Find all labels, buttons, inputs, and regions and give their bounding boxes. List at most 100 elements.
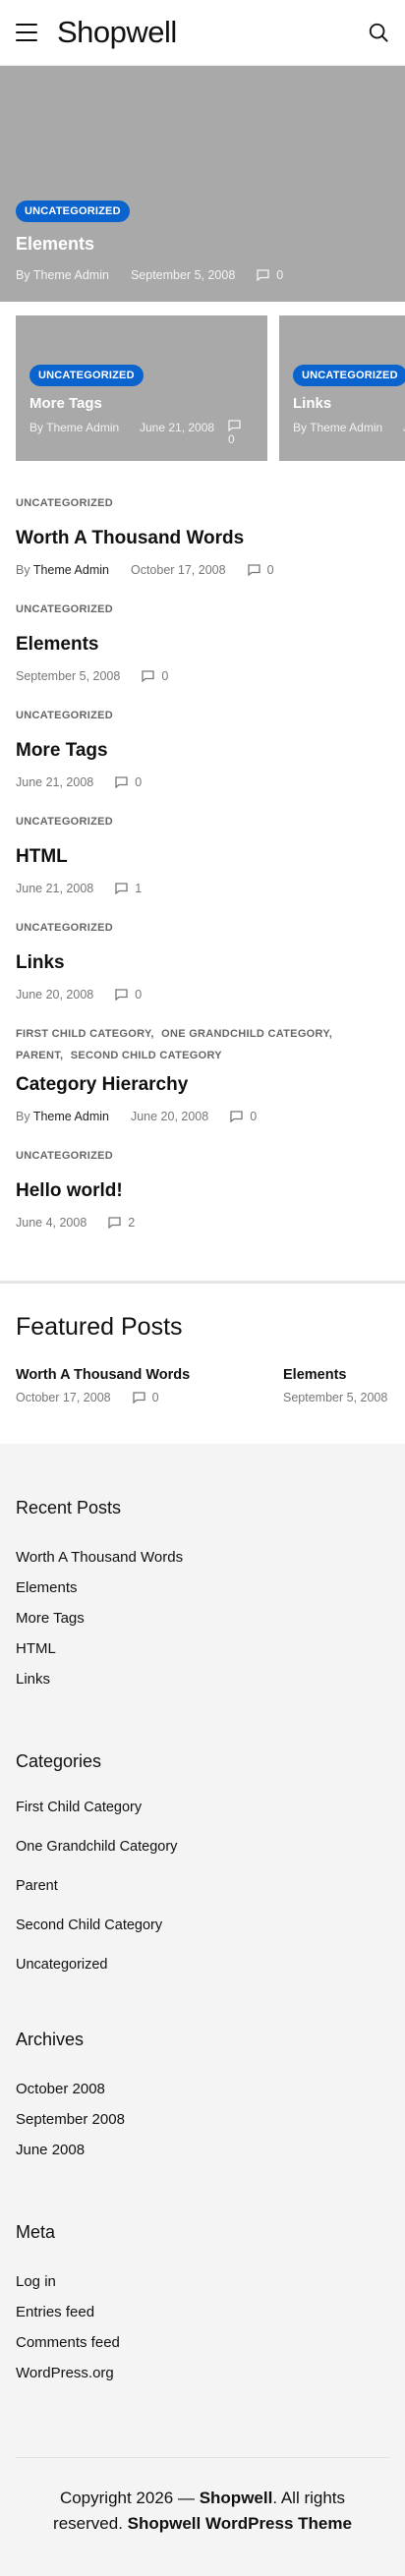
post-date[interactable]: June 20, 2008: [16, 988, 93, 1002]
category-link[interactable]: Uncategorized: [16, 816, 113, 828]
post-comments[interactable]: 0: [115, 775, 142, 789]
post-comments[interactable]: 2: [108, 1216, 135, 1230]
post-author[interactable]: By Theme Admin: [16, 1110, 109, 1123]
category-link[interactable]: First Child Category: [16, 1800, 142, 1815]
post-author[interactable]: By Theme Admin: [29, 420, 140, 448]
category-link[interactable]: Parent,: [16, 1050, 63, 1061]
category-badge[interactable]: Uncategorized: [29, 365, 144, 386]
recent-post-link[interactable]: Worth A Thousand Words: [16, 1549, 183, 1566]
post-date[interactable]: June 21, 2008: [140, 420, 228, 448]
comment-icon: [228, 420, 241, 431]
post-categories: Uncategorized: [16, 492, 389, 514]
comment-icon: [230, 1111, 243, 1122]
login-link[interactable]: Log in: [16, 2273, 56, 2290]
post-categories: Uncategorized: [16, 917, 389, 939]
widget-title: Categories: [16, 1751, 102, 1771]
card-title[interactable]: More Tags: [29, 395, 254, 412]
post-comments[interactable]: 0: [228, 420, 248, 448]
recent-post-link[interactable]: HTML: [16, 1640, 56, 1657]
list-item: Uncategorized More Tags June 21, 2008 0: [16, 705, 389, 801]
archive-link[interactable]: June 2008: [16, 2142, 85, 2158]
comment-icon: [142, 670, 154, 682]
post-comments[interactable]: 0: [142, 669, 168, 683]
footer-site-link[interactable]: Shopwell: [200, 2489, 273, 2507]
theme-link[interactable]: Shopwell WordPress Theme: [128, 2514, 352, 2533]
categories-widget: Categories First Child Category One Gran…: [16, 1751, 389, 1973]
category-link[interactable]: Uncategorized: [16, 922, 113, 934]
post-title[interactable]: Worth A Thousand Words: [16, 528, 389, 549]
featured-item: Worth A Thousand Words October 17, 2008 …: [16, 1367, 283, 1404]
widget-title: Archives: [16, 2030, 85, 2049]
post-comments[interactable]: 0: [230, 1110, 257, 1123]
recent-post-link[interactable]: Links: [16, 1671, 50, 1688]
post-comments[interactable]: 0: [115, 988, 142, 1002]
post-title[interactable]: Category Hierarchy: [16, 1074, 389, 1096]
list-item: Uncategorized Worth A Thousand Words By …: [16, 492, 389, 589]
category-link[interactable]: Parent: [16, 1878, 58, 1894]
carousel-card[interactable]: Uncategorized Links By Theme Admin J: [279, 315, 405, 461]
comment-icon: [108, 1217, 121, 1229]
recent-post-link[interactable]: Elements: [16, 1579, 78, 1596]
post-date[interactable]: June 21, 2008: [16, 775, 93, 789]
category-link[interactable]: Uncategorized: [16, 710, 113, 721]
category-link[interactable]: Uncategorized: [16, 603, 113, 615]
category-link[interactable]: Uncategorized: [16, 497, 113, 509]
post-date[interactable]: June 20, 2008: [131, 1110, 208, 1123]
post-comments[interactable]: 0: [247, 563, 274, 577]
entries-feed-link[interactable]: Entries feed: [16, 2304, 94, 2320]
post-categories: Uncategorized: [16, 1145, 389, 1167]
post-author[interactable]: By Theme Admin: [16, 268, 109, 282]
archive-link[interactable]: October 2008: [16, 2081, 105, 2097]
post-date[interactable]: June 4, 2008: [16, 1216, 87, 1230]
post-title[interactable]: Links: [16, 952, 389, 974]
category-badge[interactable]: Uncategorized: [16, 200, 130, 222]
site-logo[interactable]: Shopwell: [57, 15, 177, 50]
category-link[interactable]: First Child Category,: [16, 1028, 154, 1040]
post-author[interactable]: By Theme Admin: [16, 563, 109, 577]
site-header: Shopwell: [0, 0, 405, 66]
carousel-card[interactable]: Uncategorized More Tags By Theme Admin J…: [16, 315, 267, 461]
post-categories: Uncategorized: [16, 599, 389, 620]
archive-link[interactable]: September 2008: [16, 2111, 125, 2128]
post-comments[interactable]: 0: [132, 1391, 159, 1404]
hero-title[interactable]: Elements: [16, 234, 389, 255]
hero-post[interactable]: Uncategorized Elements By Theme Admin Se…: [0, 66, 405, 302]
featured-title[interactable]: Worth A Thousand Words: [16, 1367, 283, 1383]
list-item: Uncategorized Elements September 5, 2008…: [16, 599, 389, 695]
card-title[interactable]: Links: [293, 395, 405, 412]
comment-icon: [247, 564, 260, 576]
post-author[interactable]: By Theme Admin: [293, 420, 403, 436]
post-categories: Uncategorized: [16, 705, 389, 726]
category-link[interactable]: Uncategorized: [16, 1150, 113, 1162]
category-badge[interactable]: Uncategorized: [293, 365, 405, 386]
post-comments[interactable]: 0: [257, 268, 283, 282]
category-link[interactable]: One Grandchild Category,: [161, 1028, 332, 1040]
recent-post-link[interactable]: More Tags: [16, 1610, 85, 1627]
post-date[interactable]: September 5, 2008: [131, 268, 235, 282]
comments-feed-link[interactable]: Comments feed: [16, 2334, 120, 2351]
wordpress-org-link[interactable]: WordPress.org: [16, 2365, 114, 2381]
category-link[interactable]: One Grandchild Category: [16, 1839, 177, 1855]
category-link[interactable]: Uncategorized: [16, 1957, 108, 1973]
post-date[interactable]: October 17, 2008: [131, 563, 226, 577]
post-title[interactable]: More Tags: [16, 740, 389, 762]
copyright-text: Copyright 2026 —: [59, 2489, 200, 2507]
post-date[interactable]: October 17, 2008: [16, 1391, 111, 1404]
list-item: Uncategorized Hello world! June 4, 2008 …: [16, 1145, 389, 1241]
post-date[interactable]: June 21, 2008: [16, 882, 93, 895]
category-link[interactable]: Second Child Category: [71, 1050, 222, 1061]
post-carousel[interactable]: Uncategorized More Tags By Theme Admin J…: [0, 302, 405, 469]
post-title[interactable]: HTML: [16, 846, 389, 868]
post-title[interactable]: Hello world!: [16, 1180, 389, 1202]
hero-meta: By Theme Admin September 5, 2008 0: [16, 268, 389, 282]
post-date[interactable]: September 5, 2008: [16, 669, 120, 683]
hamburger-menu-icon[interactable]: [16, 24, 37, 41]
featured-title[interactable]: Elements: [283, 1367, 405, 1383]
search-icon[interactable]: [368, 22, 389, 43]
post-comments[interactable]: 1: [115, 882, 142, 895]
list-item: First Child Category, One Grandchild Cat…: [16, 1023, 389, 1135]
comment-icon: [115, 776, 128, 788]
category-link[interactable]: Second Child Category: [16, 1918, 162, 1933]
post-date[interactable]: September 5, 2008: [283, 1391, 387, 1404]
post-title[interactable]: Elements: [16, 634, 389, 656]
